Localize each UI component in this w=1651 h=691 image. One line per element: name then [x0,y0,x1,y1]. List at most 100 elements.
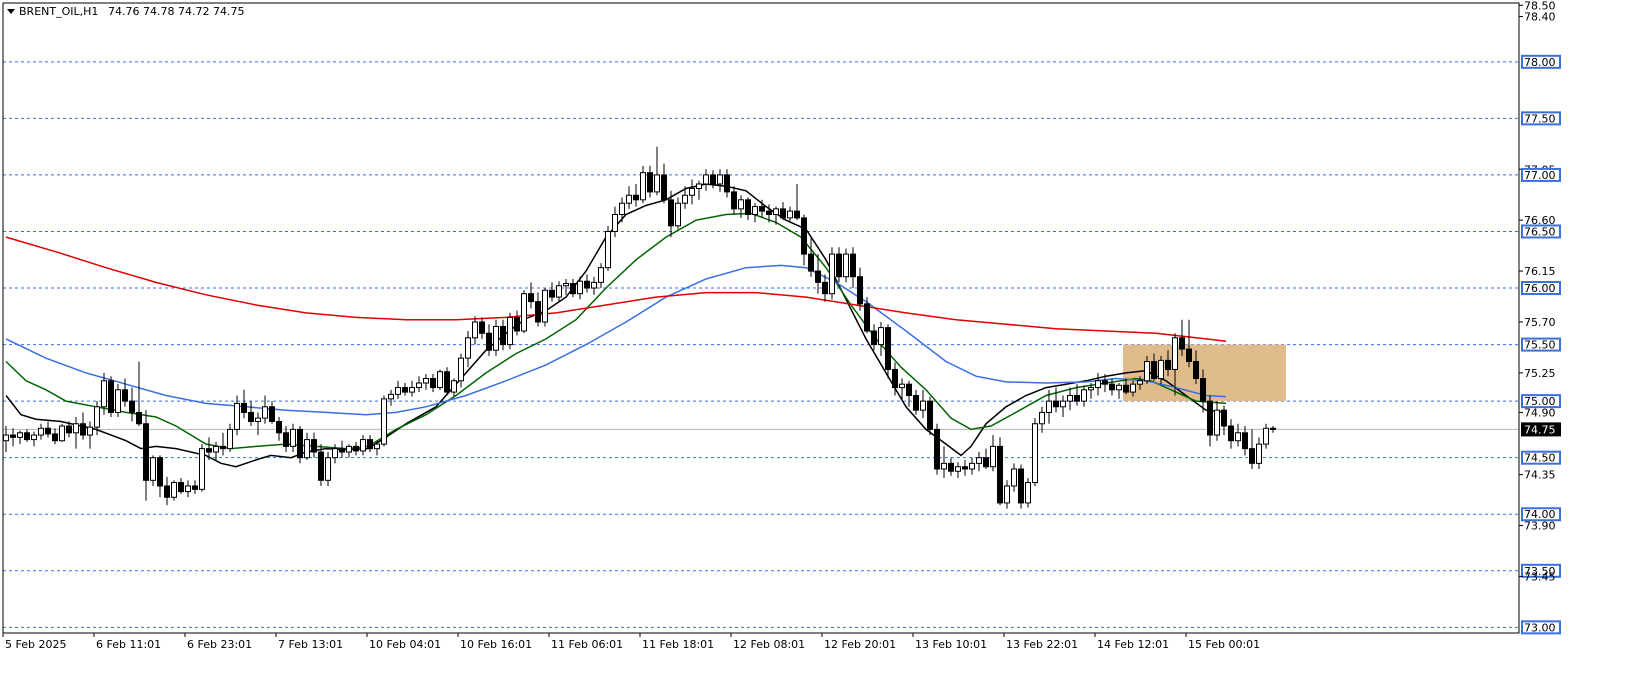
bull-candle-body [1081,389,1087,402]
chart-frame [2,2,1520,634]
candle [808,237,814,277]
time-tick-label: 15 Feb 00:01 [1188,638,1260,651]
bull-candle-body [185,485,191,493]
bear-candle-body [269,406,275,422]
bull-candle-body [1032,423,1038,484]
bear-candle-body [535,301,541,323]
bear-candle-body [885,327,891,370]
bear-candle-body [528,293,534,303]
candle [542,288,548,327]
bear-candle-body [668,199,674,227]
time-tick-label: 5 Feb 2025 [5,638,66,651]
bull-candle-body [619,202,625,216]
bull-candle-body [227,428,233,450]
bull-candle-body [605,230,611,269]
candle [1270,426,1276,433]
bull-candle-body [395,387,401,395]
candle [423,373,429,390]
candle [360,435,366,456]
bear-candle-body [283,432,289,447]
candle [563,278,569,295]
bear-candle-body [1165,359,1171,370]
bull-candle-body [423,378,429,384]
bear-candle-body [948,462,954,472]
bull-candle-body [542,289,548,323]
time-tick-label: 13 Feb 22:01 [1006,638,1078,651]
candle [38,423,44,440]
bull-candle-body [171,482,177,498]
candle [696,180,702,200]
price-tick-label: 78.00 [1524,56,1556,69]
candle [136,361,142,427]
bear-candle-body [633,194,639,201]
candle [647,165,653,198]
candle [1018,464,1024,509]
candle [1235,423,1241,447]
candle [241,389,247,419]
bull-candle-body [304,439,310,459]
bear-candle-body [1186,348,1192,363]
candle [997,437,1003,506]
candle [1109,378,1115,396]
bear-candle-body [836,253,842,278]
price-axis[interactable]: 78.5078.4078.0077.5077.0577.0076.6076.50… [1519,0,1561,635]
candle [717,169,723,192]
price-tick-label: 76.00 [1524,282,1556,295]
bull-candle-body [360,439,366,452]
bull-candle-body [1004,485,1010,504]
candle [1039,406,1045,433]
price-tick-label: 73.45 [1524,570,1556,583]
bull-candle-body [1011,468,1017,487]
candle [794,183,800,221]
bear-candle-body [724,174,730,193]
bear-candle-body [136,411,142,425]
bear-candle-body [801,217,807,255]
candle [843,248,849,283]
price-chart[interactable]: 78.5078.4078.0077.5077.0577.0076.6076.50… [0,0,1651,691]
ohlc-values: 74.76 74.78 74.72 74.75 [108,5,244,18]
candle [850,247,856,289]
bull-candle-body [703,174,709,185]
bull-candle-body [1039,411,1045,425]
candle [990,435,996,472]
time-axis[interactable]: 5 Feb 2025 6 Feb 11:01 6 Feb 23:01 7 Feb 13… [2,633,1260,651]
bull-candle-body [262,406,268,419]
candle [689,179,695,205]
bull-candle-body [1060,400,1066,408]
candle [339,440,345,458]
candle [871,324,877,351]
time-tick-label: 6 Feb 11:01 [96,638,161,651]
candle [864,297,870,334]
bull-candle-body [773,208,779,216]
bull-candle-body [3,434,9,442]
candle [1242,426,1248,456]
bull-candle-body [94,406,100,428]
bull-candle-body [150,457,156,481]
bull-candle-body [843,253,849,278]
candle [1214,401,1220,441]
candle [388,389,394,406]
candle [1032,418,1038,486]
bull-candle-body [1172,337,1178,370]
bull-candle-body [556,285,562,298]
bear-candle-body [892,368,898,389]
bear-candle-body [549,289,555,298]
bull-candle-body [577,280,583,295]
bear-candle-body [444,371,450,393]
bull-candle-body [437,371,443,389]
bear-candle-body [402,387,408,393]
bull-candle-body [682,194,688,204]
candle [1207,395,1213,447]
bear-candle-body [24,432,30,441]
bull-candle-body [717,174,723,185]
time-tick-label: 14 Feb 12:01 [1097,638,1169,651]
candle [178,478,184,494]
bull-candle-body [1067,394,1073,402]
bull-candle-body [409,387,415,393]
current-price-label: 74.75 [1524,423,1556,436]
candle [1025,478,1031,508]
bear-candle-body [1249,448,1255,464]
bear-candle-body [276,420,282,434]
collapse-triangle-icon[interactable] [7,9,15,14]
bear-candle-body [934,428,940,470]
